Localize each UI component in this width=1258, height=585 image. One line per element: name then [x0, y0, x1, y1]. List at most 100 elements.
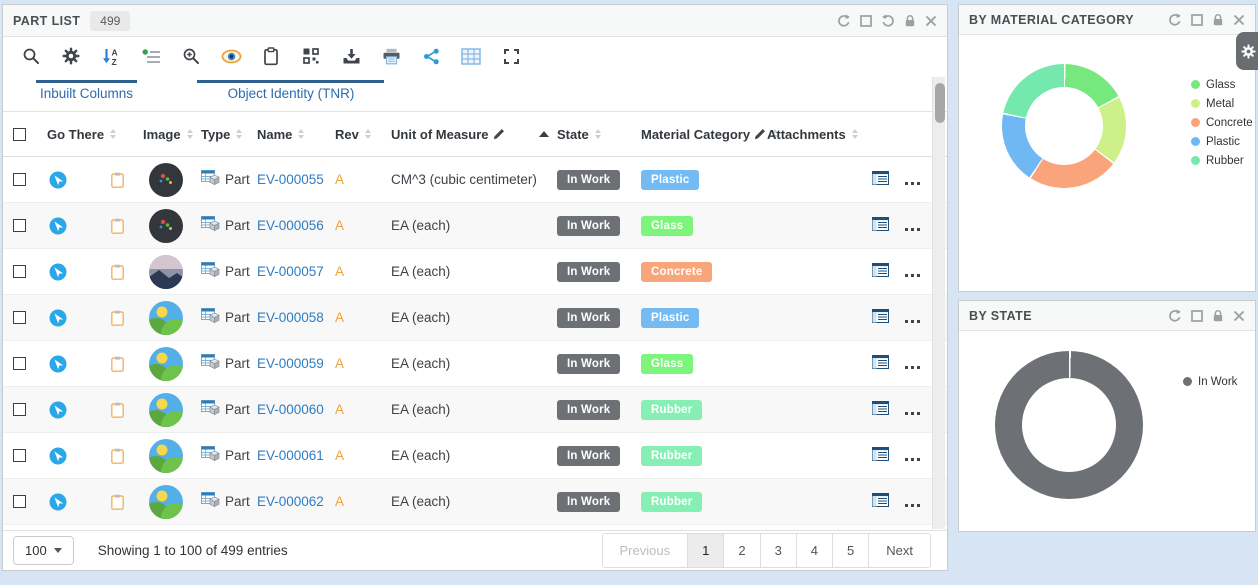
undo-icon[interactable] — [881, 14, 895, 28]
page-button-3[interactable]: 3 — [760, 534, 796, 567]
legend-item[interactable]: In Work — [1183, 372, 1237, 391]
row-checkbox[interactable] — [13, 495, 26, 508]
visibility-icon[interactable] — [211, 49, 251, 64]
legend-item[interactable]: Glass — [1191, 75, 1253, 94]
row-checkbox[interactable] — [13, 357, 26, 370]
copy-clipboard-icon[interactable] — [111, 494, 124, 510]
material-category-donut[interactable] — [1002, 64, 1126, 188]
row-checkbox[interactable] — [13, 173, 26, 186]
table-row[interactable]: PartEV-000060AEA (each)In WorkRubber — [3, 387, 947, 433]
column-header-rev[interactable]: Rev — [335, 112, 391, 156]
attachments-icon[interactable] — [872, 263, 889, 280]
row-menu-icon[interactable] — [903, 458, 921, 461]
column-header-state[interactable]: State — [557, 112, 641, 156]
part-name-link[interactable]: EV-000055 — [257, 172, 324, 187]
legend-item[interactable]: Rubber — [1191, 151, 1253, 170]
row-menu-icon[interactable] — [903, 412, 921, 415]
column-header-name[interactable]: Name — [257, 112, 335, 156]
select-all-checkbox[interactable] — [13, 128, 26, 141]
part-thumbnail[interactable] — [149, 439, 183, 473]
refresh-icon[interactable] — [837, 14, 851, 28]
lock-icon[interactable] — [1212, 13, 1224, 27]
column-header-image[interactable]: Image — [143, 112, 201, 156]
sort-az-icon[interactable]: AZ — [91, 47, 131, 66]
table-row[interactable]: PartEV-000055ACM^3 (cubic centimeter)In … — [3, 157, 947, 203]
vertical-scrollbar[interactable] — [932, 77, 945, 529]
row-menu-icon[interactable] — [903, 182, 921, 185]
table-row[interactable]: PartEV-000057AEA (each)In WorkConcrete — [3, 249, 947, 295]
column-header-go-there[interactable]: Go There — [47, 112, 143, 156]
row-checkbox[interactable] — [13, 219, 26, 232]
go-there-icon[interactable] — [49, 447, 67, 465]
go-there-icon[interactable] — [49, 401, 67, 419]
table-grid-icon[interactable] — [451, 48, 491, 65]
row-checkbox[interactable] — [13, 449, 26, 462]
page-button-5[interactable]: 5 — [832, 534, 868, 567]
print-icon[interactable] — [371, 48, 411, 65]
copy-clipboard-icon[interactable] — [111, 448, 124, 464]
part-thumbnail[interactable] — [149, 485, 183, 519]
add-list-icon[interactable] — [131, 48, 171, 65]
table-row[interactable]: PartEV-000062AEA (each)In WorkRubber — [3, 479, 947, 525]
tab-object-identity-tnr[interactable]: Object Identity (TNR) — [197, 80, 384, 101]
refresh-icon[interactable] — [1168, 309, 1182, 323]
go-there-icon[interactable] — [49, 263, 67, 281]
refresh-icon[interactable] — [1168, 13, 1182, 27]
settings-fab-button[interactable] — [1236, 32, 1258, 70]
page-button-2[interactable]: 2 — [723, 534, 759, 567]
part-name-link[interactable]: EV-000058 — [257, 310, 324, 325]
column-header-material[interactable]: Material Category — [641, 112, 767, 156]
fullscreen-icon[interactable] — [491, 48, 531, 65]
attachments-icon[interactable] — [872, 217, 889, 234]
close-icon[interactable] — [925, 15, 937, 27]
row-checkbox[interactable] — [13, 311, 26, 324]
next-page-button[interactable]: Next — [868, 534, 930, 567]
attachments-icon[interactable] — [872, 493, 889, 510]
attachments-icon[interactable] — [872, 355, 889, 372]
row-checkbox[interactable] — [13, 265, 26, 278]
part-name-link[interactable]: EV-000056 — [257, 218, 324, 233]
close-icon[interactable] — [1233, 310, 1245, 322]
attachments-icon[interactable] — [872, 309, 889, 326]
part-name-link[interactable]: EV-000059 — [257, 356, 324, 371]
go-there-icon[interactable] — [49, 309, 67, 327]
part-name-link[interactable]: EV-000060 — [257, 402, 324, 417]
select-all-checkbox-cell[interactable] — [13, 112, 47, 156]
part-thumbnail[interactable] — [149, 393, 183, 427]
copy-clipboard-icon[interactable] — [111, 172, 124, 188]
clipboard-icon[interactable] — [251, 47, 291, 66]
row-menu-icon[interactable] — [903, 274, 921, 277]
row-menu-icon[interactable] — [903, 504, 921, 507]
attachments-icon[interactable] — [872, 401, 889, 418]
lock-icon[interactable] — [904, 14, 916, 28]
tab-inbuilt-columns[interactable]: Inbuilt Columns — [36, 80, 137, 101]
maximize-icon[interactable] — [1191, 14, 1203, 26]
part-thumbnail[interactable] — [149, 301, 183, 335]
table-row[interactable]: PartEV-000058AEA (each)In WorkPlastic — [3, 295, 947, 341]
settings-icon[interactable] — [51, 47, 91, 65]
legend-item[interactable]: Plastic — [1191, 132, 1253, 151]
scrollbar-thumb[interactable] — [935, 83, 945, 123]
maximize-icon[interactable] — [1191, 310, 1203, 322]
column-header-attachments[interactable]: Attachments — [767, 112, 903, 156]
copy-clipboard-icon[interactable] — [111, 218, 124, 234]
legend-item[interactable]: Concrete — [1191, 113, 1253, 132]
copy-clipboard-icon[interactable] — [111, 402, 124, 418]
column-header-uom[interactable]: Unit of Measure — [391, 112, 557, 156]
part-thumbnail[interactable] — [149, 209, 183, 243]
part-thumbnail[interactable] — [149, 255, 183, 289]
table-row[interactable]: PartEV-000059AEA (each)In WorkGlass — [3, 341, 947, 387]
page-size-dropdown[interactable]: 100 — [13, 536, 74, 565]
go-there-icon[interactable] — [49, 355, 67, 373]
maximize-icon[interactable] — [860, 15, 872, 27]
close-icon[interactable] — [1233, 14, 1245, 26]
go-there-icon[interactable] — [49, 171, 67, 189]
part-name-link[interactable]: EV-000057 — [257, 264, 324, 279]
previous-page-button[interactable]: Previous — [603, 534, 688, 567]
page-button-4[interactable]: 4 — [796, 534, 832, 567]
copy-clipboard-icon[interactable] — [111, 264, 124, 280]
copy-clipboard-icon[interactable] — [111, 310, 124, 326]
part-thumbnail[interactable] — [149, 163, 183, 197]
attachments-icon[interactable] — [872, 447, 889, 464]
state-donut[interactable] — [995, 351, 1143, 499]
